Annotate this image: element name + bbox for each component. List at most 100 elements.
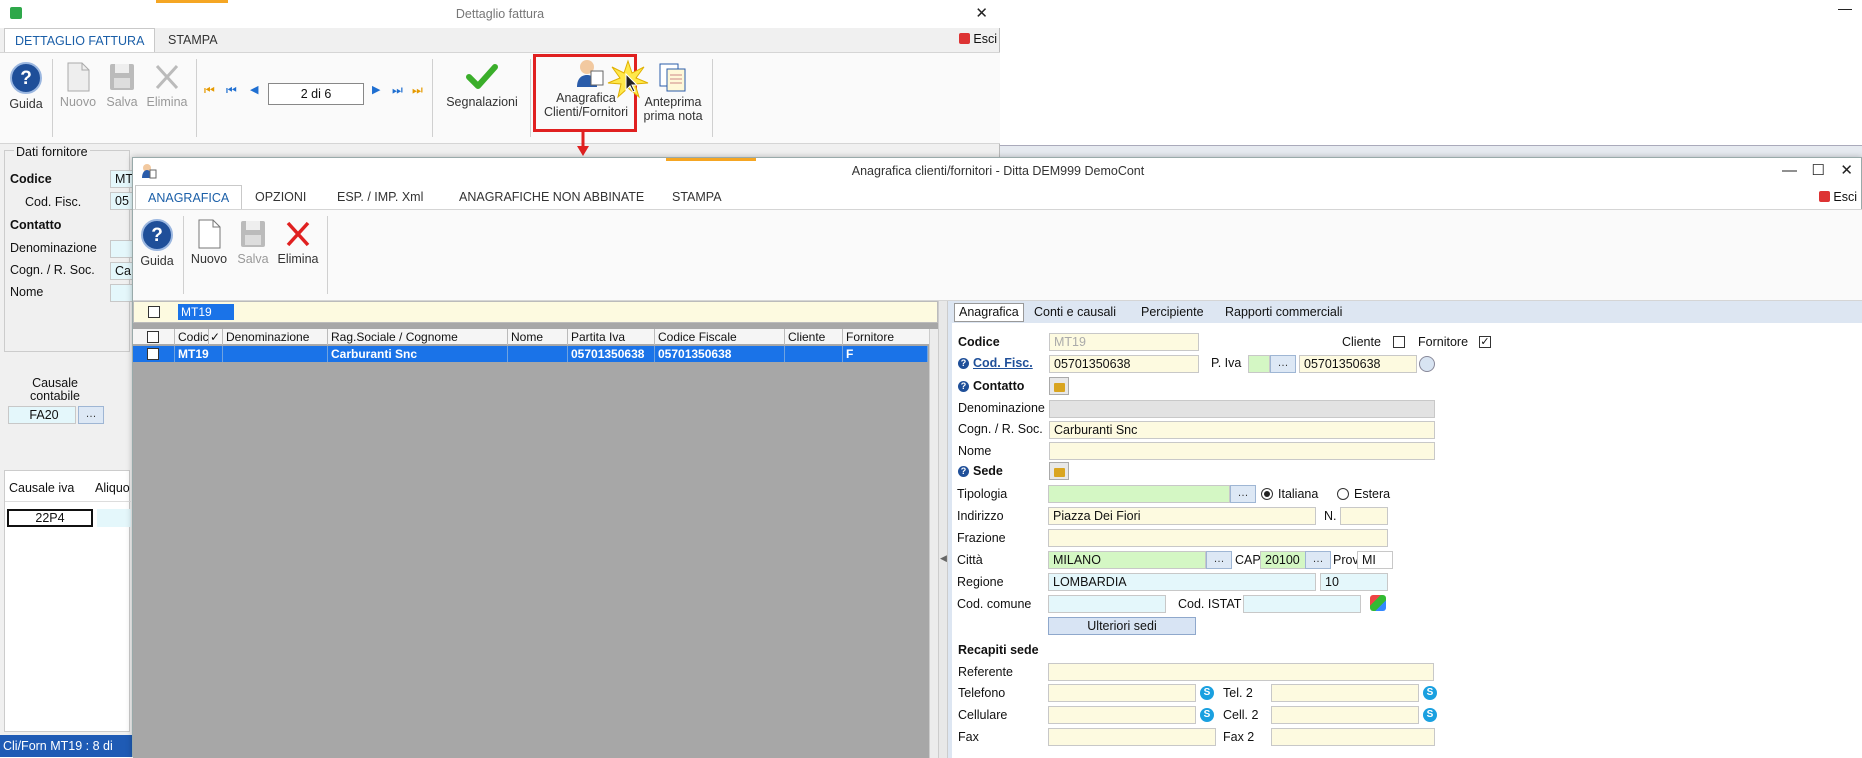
causale-lookup-button[interactable]: … <box>78 406 104 424</box>
cogn-field[interactable]: Carburanti Snc <box>1049 421 1435 439</box>
lock-icon[interactable] <box>1049 377 1069 395</box>
grid-cell-causale-iva[interactable]: 22P4 <box>7 509 93 527</box>
cod-istat-field[interactable] <box>1243 595 1361 613</box>
previous-page-icon[interactable]: ⏮ <box>226 83 237 98</box>
subtab-rapporti-commerciali[interactable]: Rapporti commerciali <box>1225 305 1342 319</box>
vertical-scrollbar[interactable] <box>929 329 938 758</box>
col-header-rag-sociale[interactable]: Rag.Sociale / Cognome <box>328 329 508 345</box>
fornitore-checkbox[interactable]: ✓ <box>1479 336 1491 348</box>
chevron-left-icon[interactable]: ◀ <box>940 553 947 564</box>
help-icon[interactable]: ? <box>958 381 969 392</box>
subtab-percipiente[interactable]: Percipiente <box>1141 305 1204 319</box>
cap-lookup-button[interactable]: … <box>1305 551 1331 569</box>
table-row[interactable]: MT19 Carburanti Snc 05701350638 05701350… <box>133 346 928 362</box>
next-record-icon[interactable]: ▶ <box>372 83 380 96</box>
subtab-anagrafica[interactable]: Anagrafica <box>954 303 1024 322</box>
subtab-conti-causali[interactable]: Conti e causali <box>1034 305 1116 319</box>
close-icon[interactable]: ✕ <box>975 0 988 28</box>
frazione-field[interactable] <box>1048 529 1388 547</box>
col-header-codice[interactable]: Codic <box>175 329 209 345</box>
regione-field[interactable]: LOMBARDIA <box>1048 573 1316 591</box>
piva-lookup-button[interactable]: … <box>1270 355 1296 373</box>
piva-country-field[interactable] <box>1248 355 1270 373</box>
close-icon[interactable]: ✕ <box>1840 158 1853 184</box>
filter-checkbox[interactable] <box>148 306 160 318</box>
col-header-denominazione[interactable]: Denominazione <box>223 329 328 345</box>
codice-field[interactable]: MT19 <box>1049 333 1199 351</box>
fax2-field[interactable] <box>1271 728 1435 746</box>
col-header-check[interactable]: ✓ <box>209 329 223 345</box>
codfisc-field[interactable]: 05701350638 <box>1049 355 1199 373</box>
tab-anagrafiche-non-abbinate[interactable]: ANAGRAFICHE NON ABBINATE <box>449 185 654 209</box>
nome-field[interactable] <box>1049 442 1435 460</box>
cellulare-field[interactable] <box>1048 706 1196 724</box>
guida-button[interactable]: ? Guida <box>6 61 46 111</box>
grid-cell-aliquota[interactable] <box>97 509 131 527</box>
guida-button[interactable]: ? Guida <box>137 218 177 268</box>
row-checkbox[interactable] <box>147 348 159 360</box>
tab-opzioni[interactable]: OPZIONI <box>245 185 316 209</box>
citta-field[interactable]: MILANO <box>1048 551 1206 569</box>
estera-radio[interactable] <box>1337 488 1349 500</box>
tab-dettaglio-fattura[interactable]: DETTAGLIO FATTURA <box>4 28 156 52</box>
fax-field[interactable] <box>1048 728 1216 746</box>
skype-icon[interactable]: S <box>1200 686 1214 700</box>
codfisc-link[interactable]: Cod. Fisc. <box>973 356 1033 370</box>
first-record-icon[interactable]: ⏮ <box>204 83 215 98</box>
salva-button[interactable]: Salva <box>233 218 273 266</box>
tab-stampa[interactable]: STAMPA <box>158 28 228 52</box>
citta-lookup-button[interactable]: … <box>1206 551 1232 569</box>
cap-field[interactable]: 20100 <box>1260 551 1306 569</box>
panel-splitter[interactable]: ◀ <box>938 301 948 758</box>
exit-button[interactable]: Esci <box>958 32 997 46</box>
col-header-fornitore[interactable]: Fornitore <box>843 329 938 345</box>
col-header-partita-iva[interactable]: Partita Iva <box>568 329 655 345</box>
nuovo-button[interactable]: Nuovo <box>58 61 98 109</box>
skype-icon[interactable]: S <box>1200 708 1214 722</box>
cod-comune-field[interactable] <box>1048 595 1166 613</box>
skype-icon[interactable]: S <box>1423 686 1437 700</box>
tipologia-field[interactable] <box>1048 485 1230 503</box>
cliente-checkbox[interactable] <box>1393 336 1405 348</box>
last-record-icon[interactable]: ⏭ <box>412 83 423 98</box>
ulteriori-sedi-button[interactable]: Ulteriori sedi <box>1048 617 1196 635</box>
telefono-field[interactable] <box>1048 684 1196 702</box>
tab-stampa[interactable]: STAMPA <box>662 185 732 209</box>
next-page-icon[interactable]: ⏭ <box>392 83 403 98</box>
indirizzo-field[interactable]: Piazza Dei Fiori <box>1048 507 1316 525</box>
cell2-field[interactable] <box>1271 706 1419 724</box>
denominazione-field[interactable] <box>1049 400 1435 418</box>
numero-field[interactable] <box>1340 507 1388 525</box>
nuovo-button[interactable]: Nuovo <box>189 218 229 266</box>
minimize-icon[interactable]: — <box>1838 0 1852 16</box>
skype-icon[interactable]: S <box>1423 708 1437 722</box>
exit-button[interactable]: Esci <box>1818 190 1857 204</box>
segnalazioni-button[interactable]: Segnalazioni <box>438 61 526 109</box>
causale-field[interactable]: FA20 <box>8 406 76 424</box>
col-header-cliente[interactable]: Cliente <box>785 329 843 345</box>
elimina-button[interactable]: Elimina <box>275 218 321 266</box>
filter-codice-input[interactable]: MT19 <box>178 304 234 320</box>
col-header-nome[interactable]: Nome <box>508 329 568 345</box>
minimize-icon[interactable]: — <box>1782 158 1797 184</box>
help-icon[interactable]: ? <box>958 466 969 477</box>
record-position-field[interactable]: 2 di 6 <box>268 83 364 105</box>
tab-esp-imp-xml[interactable]: ESP. / IMP. Xml <box>327 185 433 209</box>
maximize-icon[interactable]: ☐ <box>1812 158 1825 184</box>
regione-code-field[interactable]: 10 <box>1320 573 1388 591</box>
previous-record-icon[interactable]: ◀ <box>250 83 258 96</box>
salva-button[interactable]: Salva <box>102 61 142 109</box>
globe-icon[interactable] <box>1419 356 1435 372</box>
select-all-checkbox[interactable] <box>147 331 159 343</box>
help-icon[interactable]: ? <box>958 358 969 369</box>
italiana-radio[interactable] <box>1261 488 1273 500</box>
prov-field[interactable]: MI <box>1357 551 1393 569</box>
piva-field[interactable]: 05701350638 <box>1299 355 1417 373</box>
tel2-field[interactable] <box>1271 684 1419 702</box>
lock-icon[interactable] <box>1049 462 1069 480</box>
col-header-codice-fiscale[interactable]: Codice Fiscale <box>655 329 785 345</box>
tipologia-lookup-button[interactable]: … <box>1230 485 1256 503</box>
tab-anagrafica[interactable]: ANAGRAFICA <box>135 185 243 209</box>
map-icon[interactable] <box>1370 595 1386 611</box>
referente-field[interactable] <box>1048 663 1434 681</box>
